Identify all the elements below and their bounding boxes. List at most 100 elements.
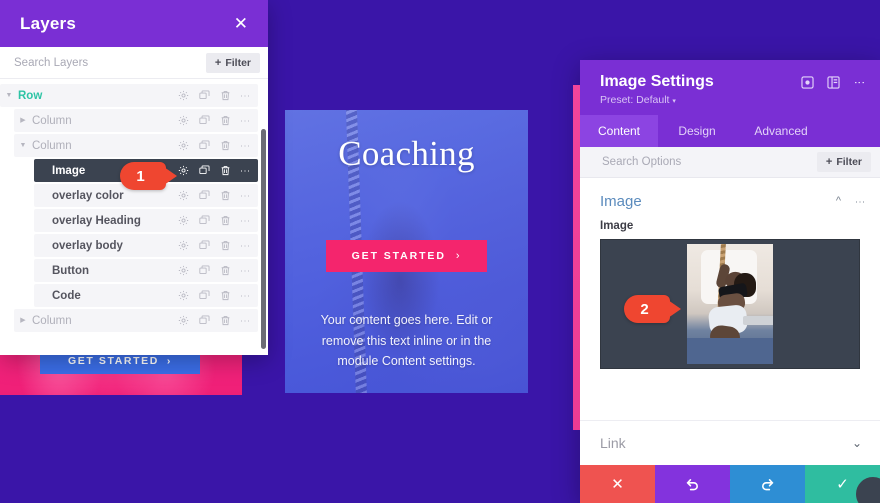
duplicate-icon[interactable]	[199, 290, 210, 301]
layer-row-actions: ⋮	[178, 265, 258, 276]
thumbnail-bench	[743, 316, 773, 325]
more-vertical-icon[interactable]: ⋮	[853, 77, 865, 88]
layout-panel-icon[interactable]	[827, 76, 840, 89]
more-icon[interactable]: ⋮	[239, 316, 250, 326]
more-icon[interactable]: ⋮	[239, 141, 250, 151]
settings-icon[interactable]	[178, 215, 189, 226]
tab-advanced[interactable]: Advanced	[736, 115, 826, 147]
duplicate-icon[interactable]	[199, 315, 210, 326]
undo-button[interactable]	[655, 465, 730, 503]
target-icon[interactable]	[801, 76, 814, 89]
chevron-right-icon: ›	[455, 250, 462, 262]
duplicate-icon[interactable]	[199, 265, 210, 276]
search-options-input[interactable]	[600, 155, 817, 169]
tab-design[interactable]: Design	[658, 115, 736, 147]
preset-selector[interactable]: Preset: Default ▾	[600, 94, 714, 106]
image-section-header[interactable]: Image ^ ⋮	[580, 178, 880, 220]
settings-icon[interactable]	[178, 190, 189, 201]
layers-scrollbar-thumb[interactable]	[261, 129, 266, 349]
delete-icon[interactable]	[220, 190, 231, 201]
settings-icon[interactable]	[178, 290, 189, 301]
layers-panel-title: Layers	[20, 13, 77, 33]
layer-row[interactable]: overlay body ⋮	[34, 234, 258, 257]
layer-row-actions: ⋮	[178, 290, 258, 301]
duplicate-icon[interactable]	[199, 90, 210, 101]
delete-icon[interactable]	[220, 240, 231, 251]
layers-filter-label: Filter	[225, 56, 251, 69]
coaching-card-title: Coaching	[338, 134, 475, 173]
cancel-button[interactable]: ✕	[580, 465, 655, 503]
more-icon[interactable]: ⋮	[239, 116, 250, 126]
layer-row[interactable]: ▼ Row ⋮	[0, 84, 258, 107]
layer-row[interactable]: ▶ Column ⋮	[14, 309, 258, 332]
caret-right-icon[interactable]: ▶	[14, 317, 32, 324]
link-section-label: Link	[600, 435, 626, 451]
tab-content[interactable]: Content	[580, 115, 658, 147]
settings-tabs: Content Design Advanced	[580, 115, 880, 147]
caret-down-icon[interactable]: ▼	[0, 92, 18, 99]
caret-right-icon[interactable]: ▶	[14, 117, 32, 124]
layer-row[interactable]: ▶ Column ⋮	[14, 109, 258, 132]
callout-marker-2-number: 2	[640, 300, 649, 318]
delete-icon[interactable]	[220, 115, 231, 126]
more-icon[interactable]: ⋮	[239, 191, 250, 201]
delete-icon[interactable]	[220, 215, 231, 226]
duplicate-icon[interactable]	[199, 140, 210, 151]
settings-icon[interactable]	[178, 265, 189, 276]
redo-button[interactable]	[730, 465, 805, 503]
more-icon[interactable]: ⋮	[239, 91, 250, 101]
layer-row[interactable]: Button ⋮	[34, 259, 258, 282]
layer-row-actions: ⋮	[178, 90, 258, 101]
settings-icon[interactable]	[178, 315, 189, 326]
settings-icon[interactable]	[178, 115, 189, 126]
chevron-up-icon[interactable]: ^	[836, 196, 841, 207]
settings-icon[interactable]	[178, 240, 189, 251]
more-icon[interactable]: ⋮	[239, 266, 250, 276]
layer-row[interactable]: Code ⋮	[34, 284, 258, 307]
settings-icon[interactable]	[178, 165, 189, 176]
delete-icon[interactable]	[220, 140, 231, 151]
chevron-right-icon: ›	[166, 355, 172, 367]
settings-body: Image ^ ⋮ Image Link ⌄	[580, 178, 880, 465]
layer-row-actions: ⋮	[178, 165, 258, 176]
options-filter-label: Filter	[836, 156, 862, 168]
settings-panel-header: Image Settings Preset: Default ▾ ⋮	[580, 60, 880, 115]
delete-icon[interactable]	[220, 165, 231, 176]
duplicate-icon[interactable]	[199, 115, 210, 126]
delete-icon[interactable]	[220, 315, 231, 326]
delete-icon[interactable]	[220, 290, 231, 301]
coaching-card: Coaching GET STARTED › Your content goes…	[285, 110, 528, 393]
layers-panel-header: Layers ✕	[0, 0, 268, 47]
coaching-button-label: GET STARTED	[351, 250, 446, 262]
layers-filter-button[interactable]: + Filter	[205, 52, 260, 73]
duplicate-icon[interactable]	[199, 215, 210, 226]
duplicate-icon[interactable]	[199, 165, 210, 176]
image-field-label: Image	[600, 220, 634, 232]
coaching-get-started-button[interactable]: GET STARTED ›	[326, 240, 487, 272]
duplicate-icon[interactable]	[199, 190, 210, 201]
settings-panel-accent-edge	[573, 85, 580, 430]
image-settings-panel: Image Settings Preset: Default ▾ ⋮ Conte…	[580, 60, 880, 503]
options-filter-button[interactable]: + Filter	[816, 152, 871, 172]
layer-row[interactable]: overlay Heading ⋮	[34, 209, 258, 232]
callout-marker-2: 2	[624, 295, 681, 323]
caret-down-icon[interactable]: ▼	[14, 142, 32, 149]
layer-row-label: Code	[52, 289, 81, 302]
layer-row[interactable]: ▼ Column ⋮	[14, 134, 258, 157]
link-section-row[interactable]: Link ⌄	[580, 420, 880, 465]
more-icon[interactable]: ⋮	[239, 166, 250, 176]
search-layers-input[interactable]	[12, 55, 206, 70]
image-section-title: Image	[600, 193, 642, 210]
delete-icon[interactable]	[220, 265, 231, 276]
more-vertical-icon[interactable]: ⋮	[854, 197, 865, 207]
settings-icon[interactable]	[178, 90, 189, 101]
duplicate-icon[interactable]	[199, 240, 210, 251]
more-icon[interactable]: ⋮	[239, 216, 250, 226]
settings-action-bar: ✕ ✓	[580, 465, 880, 503]
settings-icon[interactable]	[178, 140, 189, 151]
more-icon[interactable]: ⋮	[239, 291, 250, 301]
close-icon[interactable]: ✕	[234, 15, 248, 32]
more-icon[interactable]: ⋮	[239, 241, 250, 251]
chevron-down-icon[interactable]: ⌄	[852, 436, 862, 450]
delete-icon[interactable]	[220, 90, 231, 101]
